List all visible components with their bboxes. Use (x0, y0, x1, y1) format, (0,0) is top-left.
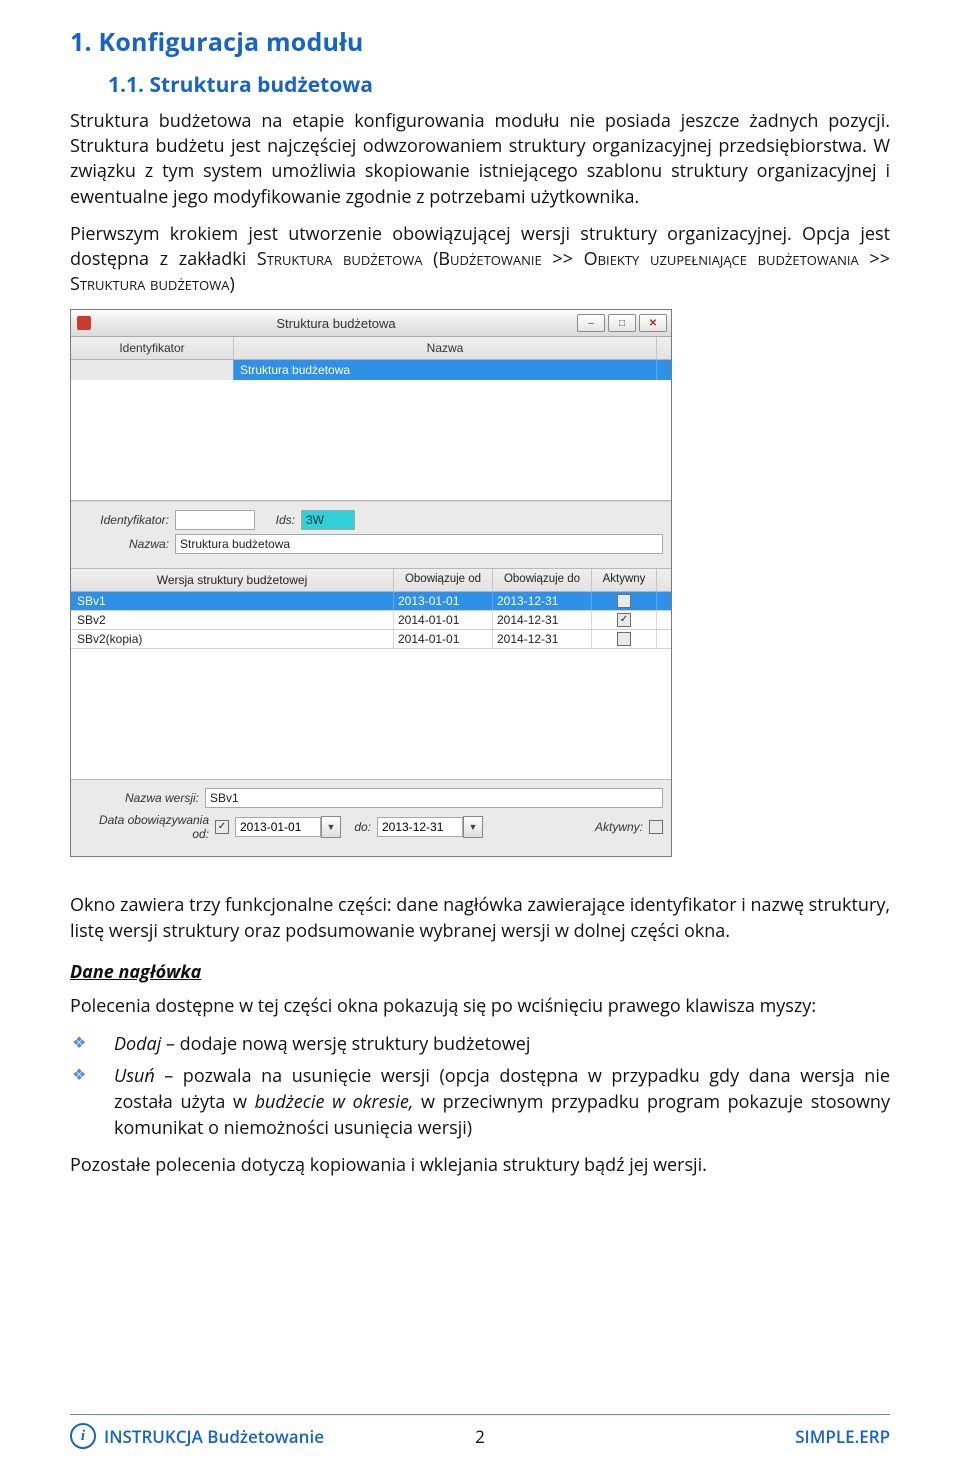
footer-right-text: SIMPLE.ERP (495, 1425, 890, 1448)
versions-header: Wersja struktury budżetowej Obowiązuje o… (71, 569, 671, 592)
cell-version-from: 2013-01-01 (394, 592, 493, 610)
cell-version-name: SBv1 (71, 592, 394, 610)
cell-nazwa: Struktura budżetowa (234, 360, 656, 380)
cell-version-name: SBv2 (71, 611, 394, 629)
label-identyfikator: Identyfikator: (79, 513, 175, 527)
paragraph-4: Polecenia dostępne w tej części okna pok… (70, 994, 890, 1019)
cell-version-from: 2014-01-01 (394, 630, 493, 648)
app-icon (77, 316, 91, 330)
window-title: Struktura budżetowa (95, 316, 577, 331)
label-valid-to: do: (341, 820, 377, 834)
paragraph-5: Pozostałe polecenia dotyczą kopiowania i… (70, 1153, 890, 1178)
col-identyfikator[interactable]: Identyfikator (71, 337, 234, 359)
subheading-dane-naglowka: Dane nagłówka (70, 960, 890, 984)
close-button[interactable]: ✕ (639, 314, 667, 332)
date-to-dropdown-icon[interactable]: ▼ (463, 816, 483, 838)
app-titlebar: Struktura budżetowa – □ ✕ (71, 310, 671, 337)
footer-left-text: INSTRUKCJA Budżetowanie (104, 1425, 324, 1448)
date-from-dropdown-icon[interactable]: ▼ (321, 816, 341, 838)
cell-spacer (656, 611, 671, 629)
bullet-icon: ❖ (70, 1063, 114, 1141)
maximize-button[interactable]: □ (608, 314, 636, 332)
label-nazwa: Nazwa: (79, 537, 175, 551)
checkbox-icon[interactable] (617, 632, 631, 646)
erp-window-figure: Struktura budżetowa – □ ✕ Identyfikator … (70, 309, 890, 857)
cell-version-from: 2014-01-01 (394, 611, 493, 629)
label-aktywny: Aktywny: (595, 820, 649, 834)
top-grid-row-selected[interactable]: Struktura budżetowa (71, 360, 671, 380)
checkbox-icon[interactable]: ✓ (617, 613, 631, 627)
input-version-name[interactable] (205, 788, 663, 808)
top-grid-empty (71, 380, 671, 501)
cell-version-active[interactable] (592, 630, 656, 648)
cell-spacer (656, 592, 671, 610)
cell-version-to: 2014-12-31 (493, 630, 592, 648)
input-ids[interactable] (301, 510, 355, 530)
label-version-name: Nazwa wersji: (79, 791, 205, 805)
heading-1-1: 1.1. Struktura budżetowa (108, 71, 890, 99)
versions-rows: SBv12013-01-012013-12-31SBv22014-01-0120… (71, 592, 671, 649)
cell-version-to: 2014-12-31 (493, 611, 592, 629)
cell-spacer (656, 360, 671, 380)
checkbox-icon[interactable] (617, 594, 631, 608)
info-icon: i (70, 1423, 96, 1449)
cell-identyfikator (71, 360, 234, 380)
commands-list: ❖ Dodaj – dodaje nową wersję struktury b… (70, 1031, 890, 1141)
app-window: Struktura budżetowa – □ ✕ Identyfikator … (70, 309, 672, 857)
col-spacer (656, 337, 671, 359)
cell-version-active[interactable]: ✓ (592, 611, 656, 629)
cmd-usun-italic: budżecie w okresie, (255, 1090, 414, 1114)
top-grid-header: Identyfikator Nazwa (71, 337, 671, 360)
checkbox-aktywny[interactable] (649, 820, 663, 834)
paragraph-2: Pierwszym krokiem jest utworzenie obowią… (70, 222, 890, 298)
cell-spacer (656, 630, 671, 648)
input-nazwa[interactable] (175, 534, 663, 554)
label-ids: Ids: (255, 513, 301, 527)
col-version-to[interactable]: Obowiązuje do (493, 569, 592, 591)
input-identyfikator[interactable] (175, 510, 255, 530)
cmd-usun: Usuń (114, 1064, 155, 1088)
col-version-from[interactable]: Obowiązuje od (394, 569, 493, 591)
table-row[interactable]: SBv2(kopia)2014-01-012014-12-31 (71, 630, 671, 649)
paragraph-3: Okno zawiera trzy funkcjonalne części: d… (70, 893, 890, 943)
col-version-name[interactable]: Wersja struktury budżetowej (71, 569, 394, 591)
list-item: ❖ Usuń – pozwala na usunięcie wersji (op… (70, 1063, 890, 1141)
cell-version-name: SBv2(kopia) (71, 630, 394, 648)
table-row[interactable]: SBv22014-01-012014-12-31 ✓ (71, 611, 671, 630)
minimize-button[interactable]: – (577, 314, 605, 332)
cell-version-active[interactable] (592, 592, 656, 610)
checkbox-valid-from[interactable]: ✓ (215, 820, 229, 834)
version-summary-panel: Nazwa wersji: Data obowiązywania od: ✓ ▼… (71, 780, 671, 856)
heading-1: 1. Konfiguracja modułu (70, 25, 890, 59)
versions-grid-empty (71, 649, 671, 780)
cmd-dodaj: Dodaj (114, 1032, 161, 1056)
cmd-dodaj-desc: – dodaje nową wersję struktury budżetowe… (161, 1032, 530, 1056)
input-valid-from[interactable] (235, 817, 321, 837)
list-item: ❖ Dodaj – dodaje nową wersję struktury b… (70, 1031, 890, 1057)
label-valid-from: Data obowiązywania od: (79, 813, 215, 841)
col-version-active[interactable]: Aktywny (592, 569, 656, 591)
page-footer: i INSTRUKCJA Budżetowanie 2 SIMPLE.ERP (70, 1414, 890, 1449)
col-nazwa[interactable]: Nazwa (234, 337, 656, 359)
footer-page-number: 2 (465, 1425, 495, 1448)
input-valid-to[interactable] (377, 817, 463, 837)
col-version-spacer (656, 569, 671, 591)
paragraph-1: Struktura budżetowa na etapie konfigurow… (70, 109, 890, 210)
cell-version-to: 2013-12-31 (493, 592, 592, 610)
bullet-icon: ❖ (70, 1031, 114, 1057)
table-row[interactable]: SBv12013-01-012013-12-31 (71, 592, 671, 611)
header-details-panel: Identyfikator: Ids: Nazwa: (71, 501, 671, 569)
